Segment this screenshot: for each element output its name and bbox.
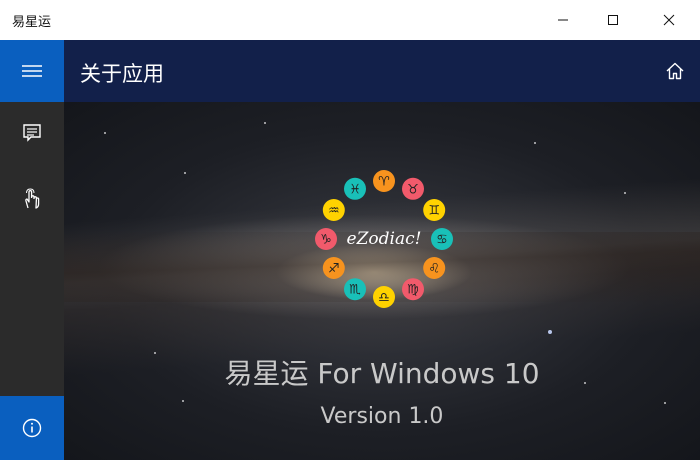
- nav-item-feedback[interactable]: [0, 102, 64, 164]
- star: [534, 142, 536, 144]
- zodiac-sign-icon: ♈: [373, 170, 395, 192]
- zodiac-sign-icon: ♓: [344, 177, 366, 200]
- feedback-icon: [23, 124, 41, 142]
- logo-text: eZodiac!: [346, 229, 422, 249]
- svg-text:♌: ♌: [428, 262, 440, 277]
- about-content: ♈ ♉ ♊ ♋ ♌ ♍ ♎ ♏ ♐ ♑ ♒ ♓ eZodiac! 易星运 For Windows 10…: [64, 102, 700, 460]
- svg-text:♐: ♐: [328, 262, 340, 277]
- window-title: 易星运: [12, 15, 52, 30]
- zodiac-sign-icon: ♒: [322, 199, 345, 221]
- zodiac-sign-icon: ♊: [423, 199, 446, 221]
- svg-text:♎: ♎: [378, 291, 390, 306]
- zodiac-sign-icon: ♉: [402, 177, 424, 200]
- svg-text:♍: ♍: [407, 283, 419, 298]
- minimize-button[interactable]: [540, 0, 586, 40]
- info-icon: [22, 418, 42, 438]
- hamburger-menu-button[interactable]: [0, 40, 64, 102]
- zodiac-sign-icon: ♌: [423, 257, 446, 279]
- ezodiac-logo: ♈ ♉ ♊ ♋ ♌ ♍ ♎ ♏ ♐ ♑ ♒ ♓ eZodiac!: [309, 164, 459, 314]
- page-title: 关于应用: [80, 62, 164, 86]
- hamburger-menu-icon: [22, 65, 42, 77]
- svg-text:♓: ♓: [349, 182, 361, 197]
- nav-rail: [0, 40, 64, 460]
- nav-item-about[interactable]: [0, 396, 64, 460]
- svg-text:♉: ♉: [407, 182, 419, 197]
- zodiac-sign-icon: ♎: [373, 286, 395, 308]
- nav-item-touch[interactable]: [0, 168, 64, 230]
- star: [548, 330, 552, 334]
- star: [624, 192, 626, 194]
- star: [104, 132, 106, 134]
- home-icon: [666, 62, 684, 80]
- star: [264, 122, 266, 124]
- zodiac-sign-icon: ♏: [344, 278, 366, 301]
- home-button[interactable]: [660, 56, 690, 86]
- page-header: 关于应用: [64, 40, 700, 102]
- close-button[interactable]: [646, 0, 692, 40]
- touch-gesture-icon: [25, 188, 40, 209]
- close-icon: [663, 14, 675, 26]
- svg-text:♈: ♈: [378, 175, 390, 190]
- app-version: Version 1.0: [320, 404, 444, 429]
- app-name: 易星运 For Windows 10: [224, 357, 540, 390]
- svg-text:♏: ♏: [349, 283, 361, 298]
- maximize-icon: [608, 15, 618, 25]
- star: [182, 400, 184, 402]
- minimize-icon: [558, 19, 568, 21]
- star: [184, 172, 186, 174]
- zodiac-sign-icon: ♐: [322, 257, 345, 279]
- maximize-button[interactable]: [590, 0, 636, 40]
- zodiac-sign-icon: ♍: [402, 278, 424, 301]
- svg-text:♒: ♒: [328, 204, 340, 219]
- title-bar: 易星运: [0, 0, 700, 40]
- svg-text:♊: ♊: [428, 204, 440, 219]
